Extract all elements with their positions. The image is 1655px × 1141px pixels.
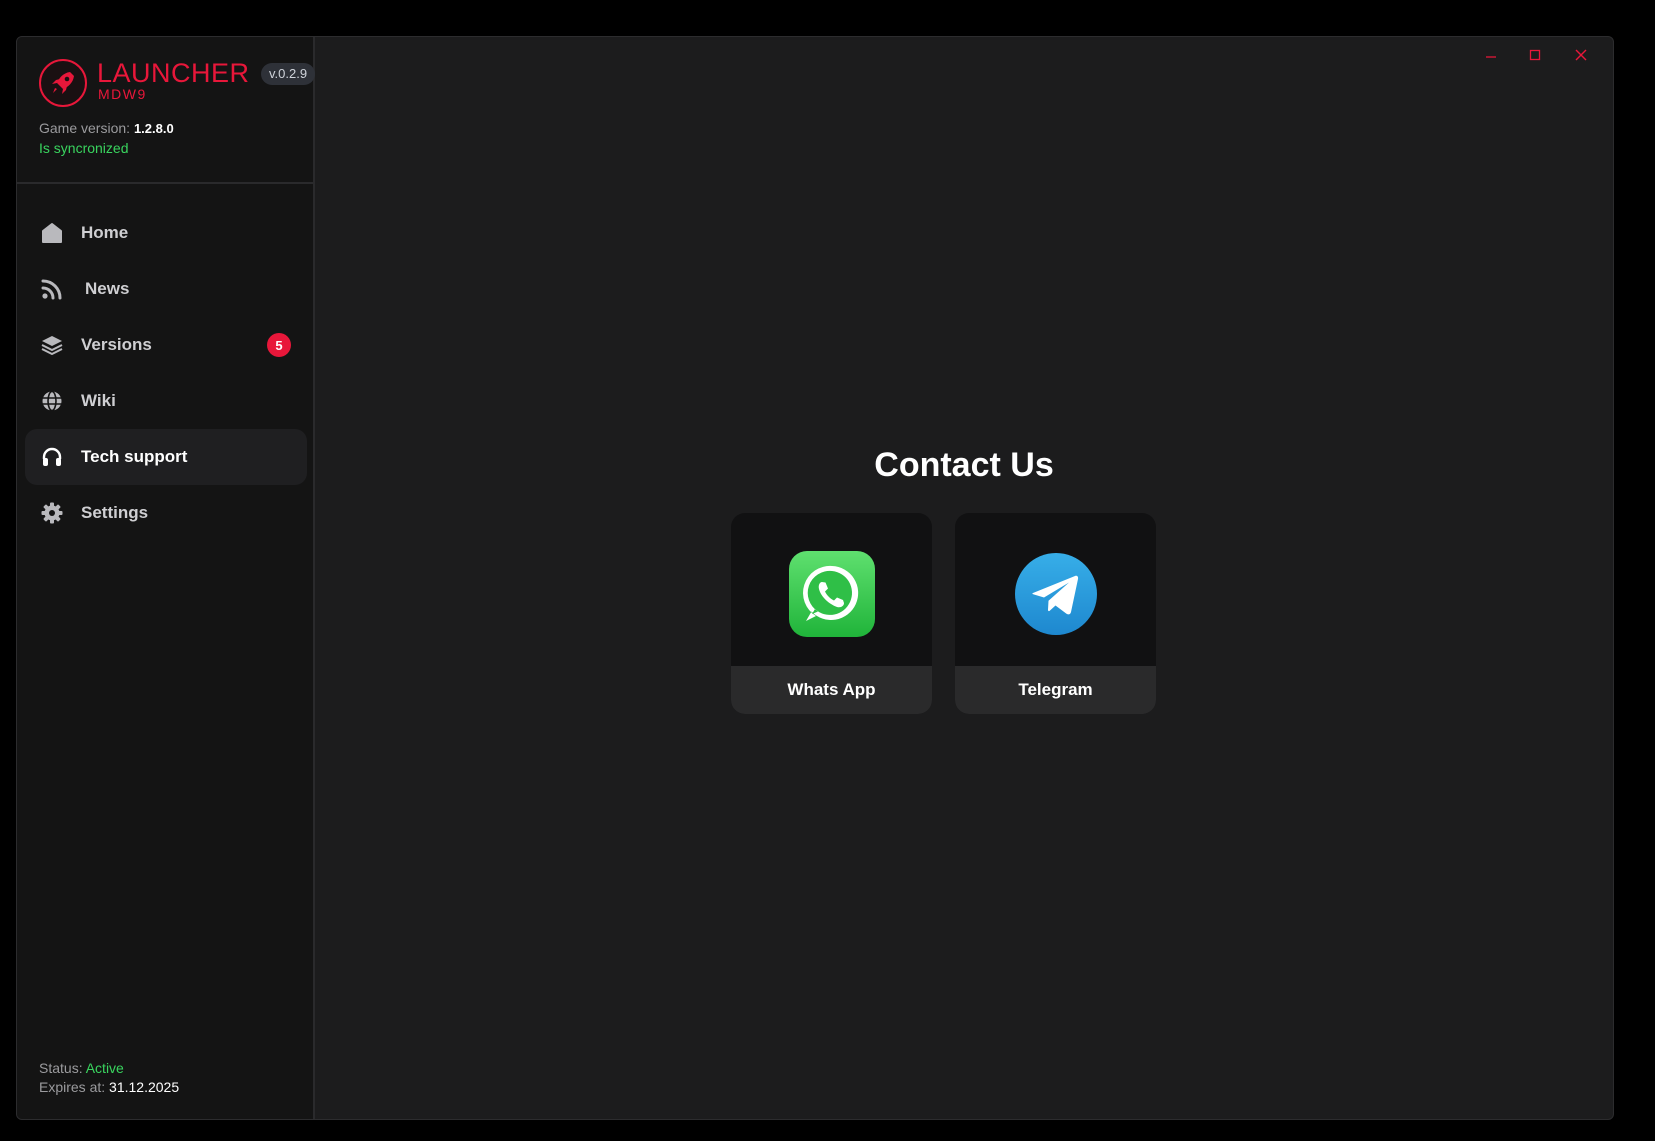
sidebar-item-label: News (85, 279, 130, 298)
sidebar-item-wiki[interactable]: Wiki (25, 373, 307, 429)
home-icon (42, 223, 62, 243)
page-title: Contact Us (874, 446, 1054, 484)
expires-row: Expires at: 31.12.2025 (39, 1078, 179, 1097)
brand-subtitle: MDW9 (98, 86, 147, 102)
sidebar-nav: Home News Versions 5 Wiki Tech support S… (25, 205, 307, 541)
telegram-card[interactable]: Telegram (955, 513, 1156, 714)
card-label: Whats App (731, 666, 932, 714)
expires-label: Expires at: (39, 1079, 106, 1095)
card-label: Telegram (955, 666, 1156, 714)
maximize-button[interactable] (1523, 43, 1547, 67)
sidebar-item-label: Tech support (81, 447, 188, 466)
sidebar-item-versions[interactable]: Versions 5 (25, 317, 307, 373)
telegram-icon (1015, 553, 1097, 635)
game-version-label: Game version: (39, 120, 131, 136)
rss-icon (41, 279, 62, 300)
sidebar-item-label: Home (81, 223, 129, 242)
versions-count-badge: 5 (267, 333, 291, 357)
expires-value: 31.12.2025 (109, 1079, 180, 1095)
main-content: Contact Us Whats App Telegram (315, 37, 1613, 1119)
brand-name: LAUNCHER (97, 58, 250, 88)
whatsapp-icon (789, 551, 875, 637)
gear-icon (41, 502, 63, 524)
game-version: Game version: 1.2.8.0 (39, 119, 174, 138)
sidebar-item-home[interactable]: Home (25, 205, 307, 261)
sidebar-divider (17, 182, 315, 184)
whatsapp-card[interactable]: Whats App (731, 513, 932, 714)
sidebar-item-label: Settings (81, 503, 149, 522)
status-value: Active (85, 1060, 124, 1076)
maximize-icon (1529, 49, 1541, 61)
sidebar: LAUNCHER MDW9 v.0.2.9 Game version: 1.2.… (17, 37, 316, 1119)
sync-status: Is syncronized (39, 140, 129, 156)
status-label: Status: (39, 1060, 83, 1076)
close-button[interactable] (1569, 43, 1593, 67)
minimize-button[interactable] (1479, 43, 1503, 67)
sidebar-item-label: Wiki (81, 391, 116, 410)
sidebar-item-label: Versions (81, 335, 152, 354)
rocket-icon (39, 59, 87, 107)
status-row: Status: Active (39, 1059, 179, 1078)
game-version-value: 1.2.8.0 (133, 121, 174, 136)
subscription-status: Status: Active Expires at: 31.12.2025 (39, 1059, 179, 1097)
minimize-icon (1486, 56, 1496, 58)
sidebar-item-settings[interactable]: Settings (25, 485, 307, 541)
launcher-window: LAUNCHER MDW9 v.0.2.9 Game version: 1.2.… (16, 36, 1614, 1120)
sidebar-item-tech-support[interactable]: Tech support (25, 429, 307, 485)
sidebar-item-news[interactable]: News (25, 261, 307, 317)
globe-icon (42, 390, 62, 412)
launcher-version-badge: v.0.2.9 (261, 63, 316, 85)
close-icon (1575, 49, 1587, 61)
headphones-icon (42, 447, 62, 466)
layers-icon (41, 336, 63, 355)
